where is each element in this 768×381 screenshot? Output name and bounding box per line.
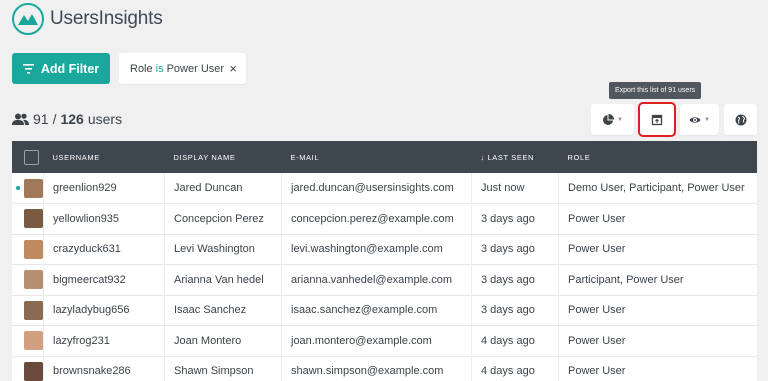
avatar[interactable] xyxy=(24,300,43,320)
email-cell: levi.washington@example.com xyxy=(281,234,472,265)
filter-field: Role xyxy=(130,62,153,75)
add-filter-button[interactable]: Add Filter xyxy=(12,53,110,84)
users-icon xyxy=(12,113,29,125)
online-indicator xyxy=(16,186,20,190)
username-cell[interactable]: lazyladybug656 xyxy=(43,295,165,326)
users-table: USERNAME DISPLAY NAME E-MAIL ↓ LAST SEEN… xyxy=(12,141,757,381)
username-cell[interactable]: crazyduck631 xyxy=(43,234,165,265)
chevron-down-icon: ▼ xyxy=(704,116,710,123)
display-name-cell: Arianna Van hedel xyxy=(164,264,282,295)
email-cell: arianna.vanhedel@example.com xyxy=(281,264,472,295)
map-button[interactable] xyxy=(724,104,757,135)
eye-icon xyxy=(689,116,701,123)
role-cell: Power User xyxy=(568,334,626,347)
table-row[interactable]: greenlion929 Jared Duncan jared.duncan@use… xyxy=(12,173,757,204)
pie-chart-icon xyxy=(603,113,615,125)
column-last-seen[interactable]: ↓ LAST SEEN xyxy=(472,141,559,173)
email-cell: concepcion.perez@example.com xyxy=(281,203,472,234)
username-cell[interactable]: bigmeercat932 xyxy=(43,264,165,295)
avatar-cell xyxy=(12,234,44,265)
filter-icon xyxy=(22,63,34,74)
email-cell: isaac.sanchez@example.com xyxy=(281,295,472,326)
chevron-down-icon: ▼ xyxy=(617,116,623,123)
count-separator: / xyxy=(52,111,57,127)
avatar[interactable] xyxy=(24,239,43,259)
display-name-cell: Levi Washington xyxy=(164,234,282,265)
avatar-cell xyxy=(12,264,44,295)
select-all-cell xyxy=(12,141,44,173)
export-icon xyxy=(651,114,663,125)
avatar[interactable] xyxy=(24,178,43,198)
role-cell: Demo User, Participant, Power User xyxy=(568,182,745,194)
logo-icon xyxy=(12,3,44,35)
last-seen-cell: 4 days ago xyxy=(471,356,559,381)
last-seen-cell: 3 days ago xyxy=(471,203,559,234)
email-cell: jared.duncan@usersinsights.com xyxy=(281,173,472,204)
add-filter-label: Add Filter xyxy=(40,61,100,76)
export-button[interactable] xyxy=(638,102,676,137)
visible-columns-button[interactable]: ▼ xyxy=(680,104,719,135)
table-row[interactable]: bigmeercat932 Arianna Van hedel arianna.va… xyxy=(12,264,757,295)
count-unit: users xyxy=(87,111,123,127)
display-name-cell: Jared Duncan xyxy=(164,173,282,204)
column-display-name[interactable]: DISPLAY NAME xyxy=(165,141,282,173)
table-row[interactable]: yellowlion935 Concepcion Perez concepcion.… xyxy=(12,203,757,234)
avatar-cell xyxy=(12,173,44,204)
filter-operator: is xyxy=(155,62,164,75)
display-name-cell: Isaac Sanchez xyxy=(164,295,282,326)
display-name-cell: Shawn Simpson xyxy=(164,356,282,381)
avatar[interactable] xyxy=(24,209,43,229)
avatar[interactable] xyxy=(24,270,43,290)
avatar[interactable] xyxy=(24,331,43,351)
table-row[interactable]: lazyladybug656 Isaac Sanchez isaac.sanchez… xyxy=(12,295,757,326)
column-email[interactable]: E-MAIL xyxy=(282,141,472,173)
active-filter-chip[interactable]: Role is Power User × xyxy=(119,53,246,84)
remove-filter-button[interactable]: × xyxy=(229,61,237,76)
column-username[interactable]: USERNAME xyxy=(44,141,165,173)
avatar-cell xyxy=(12,295,44,326)
avatar-cell xyxy=(12,325,44,356)
username-cell[interactable]: lazyfrog231 xyxy=(43,325,165,356)
total-count: 126 xyxy=(60,111,84,127)
avatar-cell xyxy=(12,356,44,381)
user-count: 91 / 126 users xyxy=(12,111,122,127)
username-cell[interactable]: yellowlion935 xyxy=(43,203,165,234)
display-name-cell: Joan Montero xyxy=(164,325,282,356)
role-cell: Power User xyxy=(568,212,626,225)
table-header-row: USERNAME DISPLAY NAME E-MAIL ↓ LAST SEEN… xyxy=(12,141,757,173)
table-row[interactable]: lazyfrog231 Joan Montero joan.montero@exam… xyxy=(12,325,757,356)
role-cell: Power User xyxy=(568,243,626,256)
last-seen-cell: Just now xyxy=(471,173,559,204)
table-row[interactable]: brownsnake286 Shawn Simpson shawn.simpson@… xyxy=(12,356,757,381)
role-cell: Power User xyxy=(568,304,626,317)
last-seen-cell: 3 days ago xyxy=(471,264,559,295)
email-cell: shawn.simpson@example.com xyxy=(281,356,472,381)
display-name-cell: Concepcion Perez xyxy=(164,203,282,234)
filter-value: Power User xyxy=(166,62,225,75)
email-cell: joan.montero@example.com xyxy=(281,325,472,356)
avatar-cell xyxy=(12,203,44,234)
select-all-checkbox[interactable] xyxy=(24,149,39,165)
username-cell[interactable]: brownsnake286 xyxy=(43,356,165,381)
segments-button[interactable]: ▼ xyxy=(591,104,634,135)
last-seen-cell: 3 days ago xyxy=(471,295,559,326)
role-cell: Participant, Power User xyxy=(568,273,684,286)
last-seen-cell: 3 days ago xyxy=(471,234,559,265)
username-cell[interactable]: greenlion929 xyxy=(43,173,165,204)
avatar[interactable] xyxy=(24,361,43,381)
app-logo[interactable]: UsersInsights xyxy=(12,2,163,36)
role-cell: Power User xyxy=(568,365,626,378)
last-seen-cell: 4 days ago xyxy=(471,325,559,356)
table-row[interactable]: crazyduck631 Levi Washington levi.washingt… xyxy=(12,234,757,265)
shown-count: 91 xyxy=(33,111,49,127)
app-name: UsersInsights xyxy=(50,8,163,29)
export-tooltip: Export this list of 91 users xyxy=(609,82,702,99)
globe-icon xyxy=(735,114,746,125)
column-role[interactable]: ROLE xyxy=(559,141,758,173)
